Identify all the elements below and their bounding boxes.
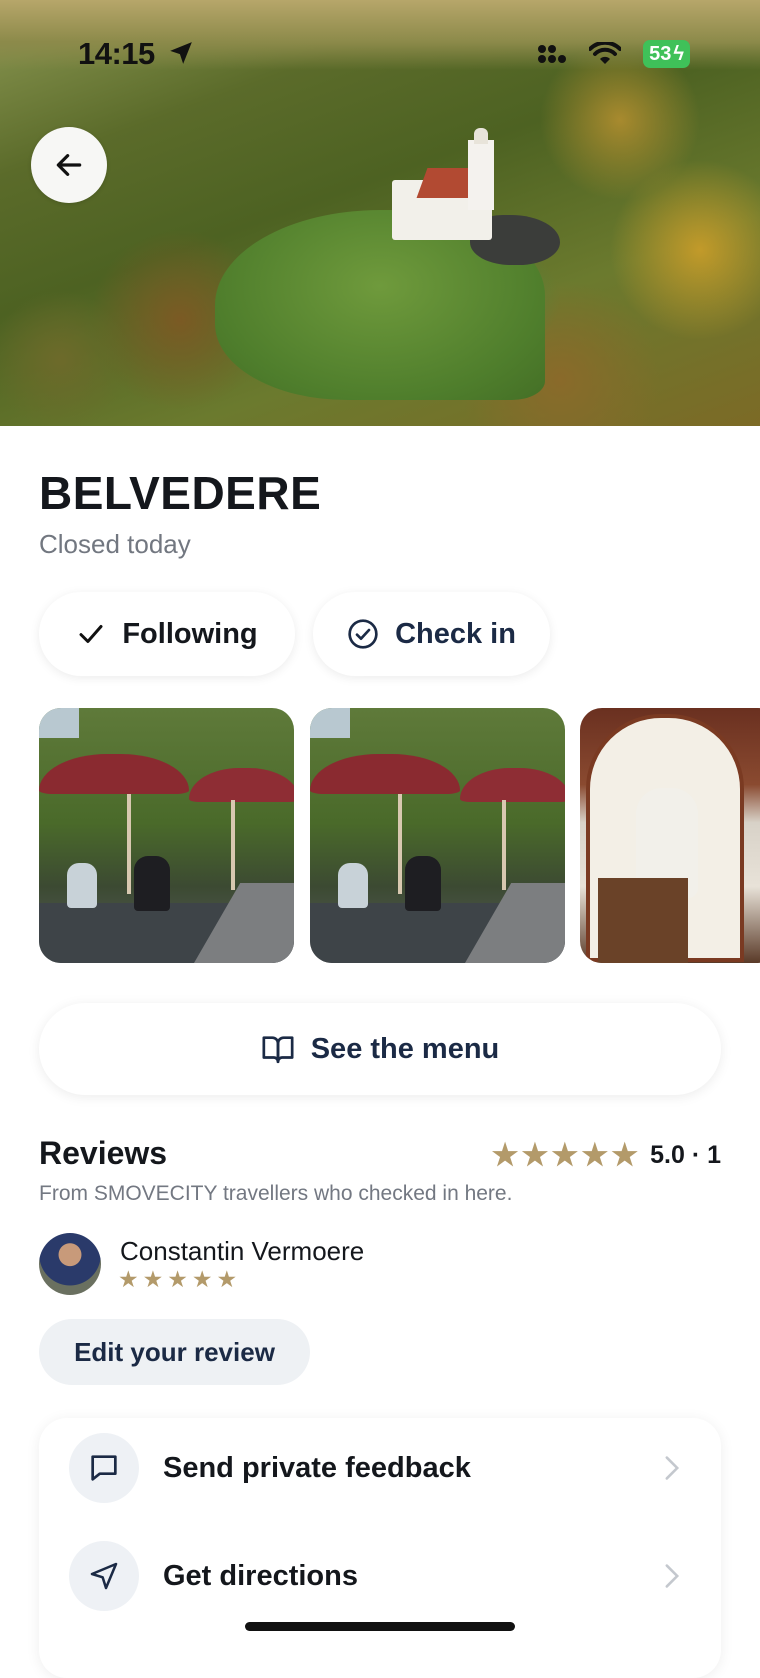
reviews-subtitle: From SMOVECITY travellers who checked in… bbox=[39, 1182, 513, 1205]
row-icon-wrap bbox=[69, 1541, 139, 1611]
see-menu-button[interactable]: See the menu bbox=[39, 1003, 721, 1095]
arrow-left-icon bbox=[56, 154, 82, 176]
star-icon: ★ bbox=[118, 1266, 140, 1292]
following-label: Following bbox=[122, 617, 258, 650]
rating-value: 5.0 · 1 bbox=[650, 1141, 721, 1169]
battery-indicator: 53 ϟ bbox=[643, 40, 690, 68]
reviewer-name: Constantin Vermoere bbox=[120, 1236, 365, 1266]
check-in-button[interactable]: Check in bbox=[313, 592, 550, 676]
hero-tower bbox=[468, 140, 494, 210]
home-indicator bbox=[245, 1622, 515, 1631]
reviews-summary: ★ ★ ★ ★ ★ 5.0 · 1 bbox=[492, 1138, 721, 1173]
venue-status: Closed today bbox=[39, 529, 191, 559]
send-feedback-label: Send private feedback bbox=[163, 1451, 471, 1484]
star-icon: ★ bbox=[191, 1266, 214, 1292]
cellular-icon bbox=[538, 45, 567, 63]
see-menu-label: See the menu bbox=[310, 1032, 500, 1065]
star-icon: ★ bbox=[167, 1266, 189, 1292]
chat-bubble-icon bbox=[91, 1455, 117, 1481]
chevron-right-icon bbox=[665, 1456, 680, 1480]
send-feedback-row[interactable]: Send private feedback bbox=[39, 1418, 721, 1518]
photo-interior[interactable] bbox=[580, 708, 760, 963]
star-icon: ★ bbox=[491, 1139, 519, 1172]
star-icon: ★ bbox=[142, 1266, 165, 1292]
check-circle-icon bbox=[348, 619, 378, 649]
get-directions-row[interactable]: Get directions bbox=[39, 1526, 721, 1626]
following-button[interactable]: Following bbox=[39, 592, 295, 676]
star-icon: ★ bbox=[611, 1139, 639, 1172]
photo-terrace-2[interactable] bbox=[310, 708, 565, 963]
status-icons: 53 ϟ bbox=[537, 40, 690, 68]
star-icon: ★ bbox=[551, 1139, 579, 1172]
actions-card: Send private feedback Get directions bbox=[39, 1418, 721, 1678]
checkmark-icon bbox=[79, 625, 103, 643]
interior-scene bbox=[580, 708, 760, 963]
star-icon: ★ bbox=[216, 1266, 239, 1292]
wifi-icon bbox=[589, 42, 622, 64]
reviewer-stars: ★ ★ ★ ★ ★ bbox=[118, 1266, 238, 1293]
avatar[interactable] bbox=[39, 1233, 101, 1295]
star-icon: ★ bbox=[581, 1139, 609, 1172]
terrace-scene bbox=[39, 708, 294, 963]
battery-level: 53 bbox=[649, 43, 672, 65]
rating-stars: ★ ★ ★ ★ ★ bbox=[492, 1138, 639, 1173]
star-icon: ★ bbox=[521, 1139, 549, 1172]
edit-review-button[interactable]: Edit your review bbox=[39, 1319, 310, 1385]
charging-icon: ϟ bbox=[673, 43, 684, 65]
hero-tower-top bbox=[474, 128, 488, 144]
status-time: 14:15 bbox=[78, 36, 155, 71]
back-button[interactable] bbox=[31, 127, 107, 203]
reviews-heading: Reviews bbox=[39, 1135, 168, 1171]
photo-terrace-1[interactable] bbox=[39, 708, 294, 963]
chevron-right-icon bbox=[665, 1564, 680, 1588]
book-icon bbox=[262, 1036, 294, 1064]
check-in-label: Check in bbox=[395, 617, 516, 650]
location-arrow-icon bbox=[170, 42, 192, 64]
venue-title: BELVEDERE bbox=[39, 467, 322, 519]
get-directions-label: Get directions bbox=[163, 1559, 358, 1592]
row-icon-wrap bbox=[69, 1433, 139, 1503]
navigation-arrow-icon bbox=[90, 1562, 118, 1590]
terrace-scene bbox=[310, 708, 565, 963]
